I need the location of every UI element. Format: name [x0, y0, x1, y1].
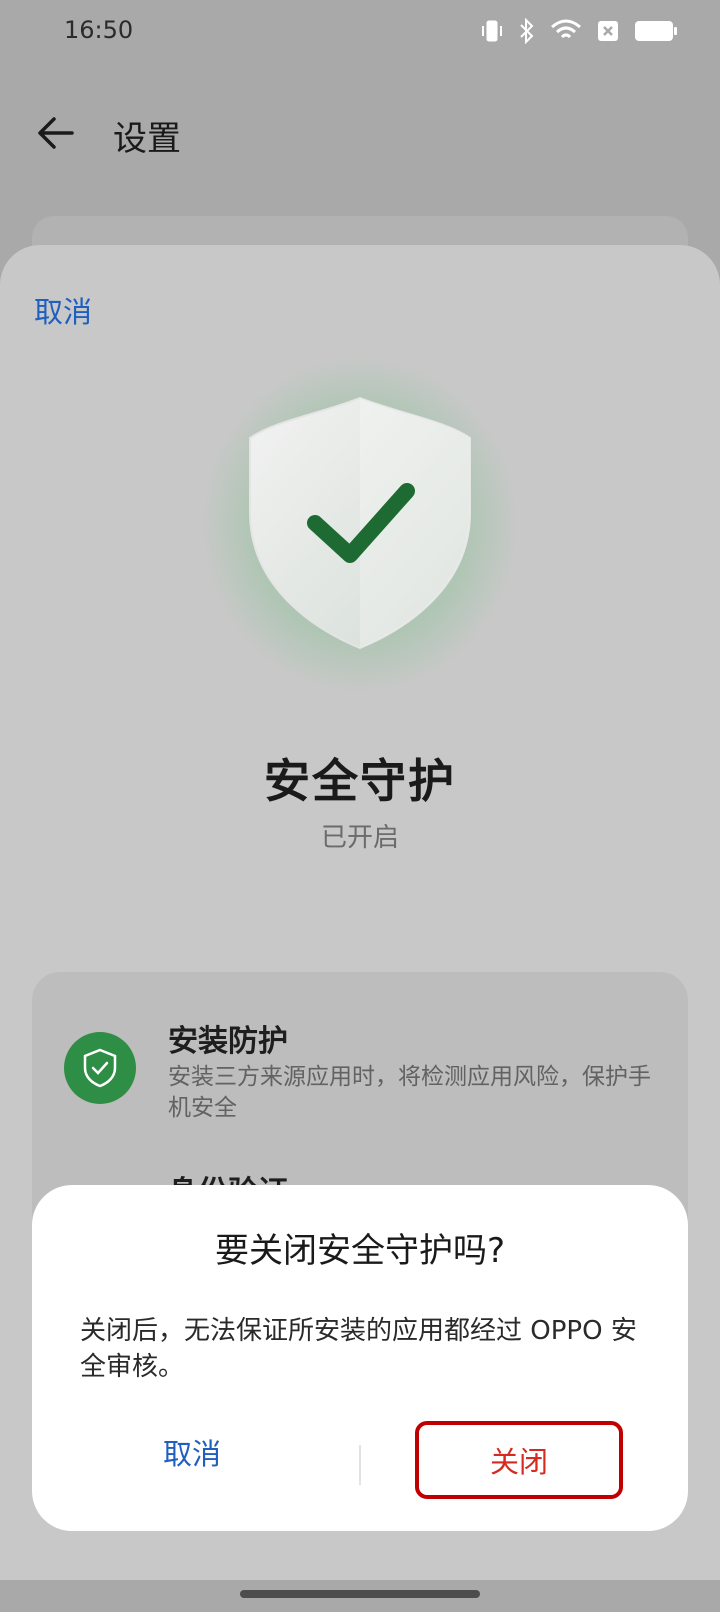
- wifi-icon: [551, 19, 581, 39]
- home-indicator[interactable]: [240, 1590, 480, 1598]
- sheet-title: 安全守护: [264, 754, 456, 808]
- bluetooth-icon: [520, 18, 534, 44]
- dialog-title: 要关闭安全守护吗?: [214, 1231, 506, 1271]
- status-text: 已开启: [320, 823, 399, 853]
- back-arrow-icon[interactable]: [36, 113, 76, 153]
- status-bar: 16:50: [0, 0, 720, 66]
- battery-icon: [635, 21, 677, 41]
- button-divider: [359, 1445, 361, 1485]
- vibrate-icon: [482, 20, 502, 42]
- page-title: 设置: [113, 119, 181, 159]
- status-icons: [480, 18, 678, 44]
- dialog-message: 关闭后，无法保证所安装的应用都经过 OPPO 安全审核。: [80, 1316, 637, 1382]
- confirm-dialog: 要关闭安全守护吗? 关闭后，无法保证所安装的应用都经过 OPPO 安全审核。 取…: [32, 1185, 688, 1531]
- sheet-cancel-link[interactable]: 取消: [34, 289, 92, 331]
- close-button[interactable]: 关闭: [415, 1421, 623, 1499]
- feature-description: 安装三方来源应用时，将检测应用风险，保护手机安全: [168, 1064, 651, 1121]
- feature-title: 安装防护: [168, 1024, 288, 1059]
- feature-icon-badge: [64, 1032, 136, 1104]
- shield-check-icon: [249, 396, 471, 650]
- no-sim-icon: [598, 21, 618, 41]
- cancel-button[interactable]: 取消: [32, 1413, 352, 1491]
- app-bar: 设置: [0, 95, 720, 175]
- status-time: 16:50: [64, 16, 134, 44]
- shield-check-icon: [83, 1048, 117, 1088]
